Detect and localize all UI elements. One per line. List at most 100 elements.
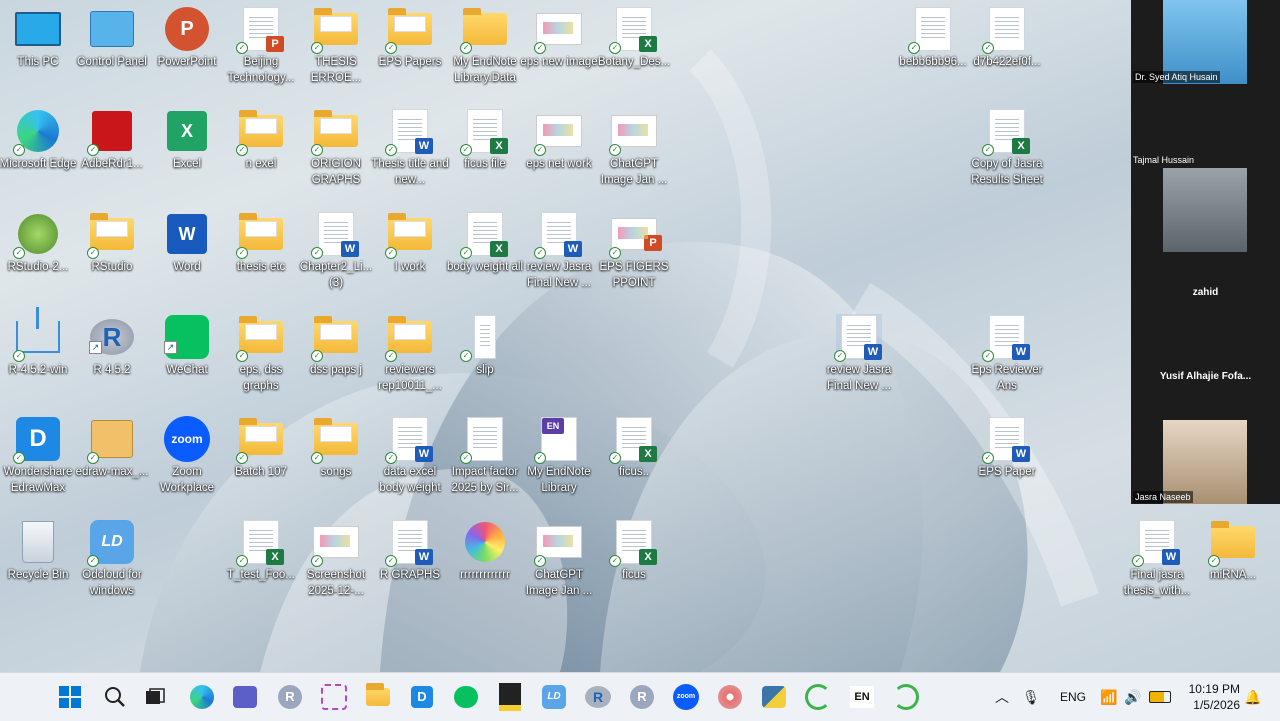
wifi-button[interactable]: 📶	[1098, 683, 1120, 711]
participant-tile[interactable]: zahid	[1131, 252, 1280, 336]
desktop-icon-d7b422ef0f[interactable]: ✓ d7b422ef0f...	[970, 6, 1044, 70]
task-view-button[interactable]	[141, 683, 169, 711]
battery-button[interactable]	[1147, 683, 1173, 711]
desktop-icon-copy-of-jasra[interactable]: X ✓ Copy of Jasra Results Sheet	[970, 108, 1044, 188]
taskbar-r-gui[interactable]: R	[628, 683, 656, 711]
taskbar-ddcloud[interactable]: LD	[540, 683, 568, 711]
desktop-icon-chatgpt-image[interactable]: ✓ ChatGPT Image Jan ...	[597, 108, 671, 188]
desktop-icon-word[interactable]: W Word	[150, 211, 224, 275]
microphone-button[interactable]: 🎙	[1020, 683, 1042, 711]
desktop-icon-impact-factor[interactable]: ✓ Impact factor 2025 by Sir...	[448, 416, 522, 496]
desktop-icon-recycle-bin[interactable]: Recycle Bin	[1, 519, 75, 583]
taskbar-r[interactable]: R	[276, 683, 304, 711]
taskbar-file-explorer[interactable]	[364, 683, 392, 711]
desktop-icon-dss-paps-j[interactable]: ✓ dss paps j	[299, 314, 373, 378]
desktop-icon-this-pc[interactable]: This PC	[1, 6, 75, 70]
participant-tile[interactable]	[1131, 168, 1280, 252]
taskbar-spinner-app[interactable]	[804, 683, 832, 711]
taskbar-edrawmax[interactable]: D	[408, 683, 436, 711]
desktop-icon-endnote-library-data[interactable]: ✓ My EndNote Library.Data	[448, 6, 522, 86]
desktop-icon-i-work[interactable]: ✓ I work	[373, 211, 447, 275]
desktop-icon-control-panel[interactable]: Control Panel	[75, 6, 149, 70]
desktop-icon-final-jasra-thesis[interactable]: W ✓ Final jasra thesis_with...	[1120, 519, 1194, 599]
desktop-icon-edraw-max-installer[interactable]: ✓ edraw-max_...	[75, 416, 149, 480]
desktop-icon-review-jasra-1[interactable]: W ✓ review Jasra Final New ...	[522, 211, 596, 291]
ppt-file-icon: P	[611, 218, 662, 251]
icon-label: I work	[394, 261, 426, 273]
taskbar-edge[interactable]	[188, 683, 216, 711]
desktop-icon-powerpoint[interactable]: P PowerPoint	[150, 6, 224, 70]
taskbar-spinner-app-2[interactable]	[892, 683, 920, 711]
desktop-icon-r-installer[interactable]: ✓ R-4.5.2-win	[1, 307, 75, 378]
folder-icon	[239, 213, 283, 250]
taskbar-teams[interactable]	[231, 683, 259, 711]
desktop-icon-eps-paper[interactable]: W ✓ EPS Paper	[970, 416, 1044, 480]
desktop-icon-eps-papers[interactable]: ✓ EPS Papers	[373, 6, 447, 70]
desktop-icon-rstudio-folder[interactable]: ✓ RStudio	[75, 211, 149, 275]
wifi-icon: 📶	[1100, 688, 1118, 705]
taskbar-python[interactable]	[760, 683, 788, 711]
icon-label: Botany_Des...	[597, 56, 671, 68]
desktop-icon-zoom-workplace[interactable]: zoom Zoom Workplace	[150, 416, 224, 496]
desktop-icon-eps-new-image[interactable]: ✓ eps new image	[520, 6, 598, 70]
desktop-icon-ficus[interactable]: X ✓ ficus	[597, 519, 671, 583]
desktop-icon-my-endnote-library[interactable]: EN ✓ My EndNote Library	[522, 416, 596, 496]
desktop-icon-body-weight-all[interactable]: X ✓ body weight all	[447, 211, 523, 275]
taskbar-snipping-tool[interactable]	[320, 683, 348, 711]
taskbar-paint[interactable]	[716, 683, 744, 711]
desktop-icon-botany-des[interactable]: X ✓ Botany_Des...	[597, 6, 671, 70]
desktop-icon-reviewers-rep[interactable]: ✓ reviewers rep10011_...	[373, 314, 447, 394]
desktop-icon-chatgpt-image-2[interactable]: ✓ ChatGPT Image Jan ...	[522, 519, 596, 599]
desktop-icon-rrrr[interactable]: rrrrrrrrrrrrr	[448, 519, 522, 583]
participant-tile[interactable]: Yusif Alhajie Fofa...	[1131, 336, 1280, 420]
desktop-icon-bebb6bb96[interactable]: ✓ bebb6bb96...	[896, 6, 970, 70]
taskbar-endnote[interactable]: EN	[848, 683, 876, 711]
search-button[interactable]	[101, 683, 129, 711]
clock[interactable]: 10:19 PM 1/5/2026	[1189, 681, 1240, 713]
desktop-icon-beijing-technology[interactable]: P ✓ Beijing Technology...	[224, 6, 298, 86]
desktop-icon-songs[interactable]: ✓ songs	[299, 416, 373, 480]
desktop-icon-t-test[interactable]: X ✓ T_test_Foo...	[224, 519, 298, 583]
desktop-icon-ficus-dots[interactable]: X ✓ ficus..	[597, 416, 671, 480]
taskbar-zoom[interactable]: zoom	[672, 683, 700, 711]
desktop-icon-batch-107[interactable]: ✓ Batch 107	[224, 416, 298, 480]
desktop-icon-rstudio-installer[interactable]: ✓ RStudio-2...	[1, 211, 75, 275]
desktop-icon-excel[interactable]: X Excel	[150, 108, 224, 172]
desktop-icon-slip[interactable]: ✓ slip	[448, 314, 522, 378]
desktop-icon-wechat[interactable]: ↗ WeChat	[150, 314, 224, 378]
participant-tile[interactable]: Dr. Syed Atiq Husain	[1131, 0, 1280, 84]
show-hidden-icons-button[interactable]: ︿	[990, 683, 1014, 711]
notifications-button[interactable]: 🔔	[1242, 683, 1264, 711]
volume-button[interactable]: 🔊	[1122, 683, 1144, 711]
desktop-icon-eps-dss-graphs[interactable]: ✓ eps, dss graphs	[224, 314, 298, 394]
taskbar-wechat[interactable]	[452, 683, 480, 711]
desktop-icon-review-jasra-2[interactable]: W ✓ review Jasra Final New ...	[822, 314, 896, 394]
desktop-icon-eps-net-work[interactable]: ✓ eps net work	[522, 108, 596, 172]
participant-tile[interactable]: Jasra Naseeb	[1131, 420, 1280, 504]
desktop: This PC Control Panel P PowerPoint P ✓ Be…	[0, 0, 1280, 672]
participant-tile[interactable]: Tajmal Hussain	[1131, 84, 1280, 168]
desktop-icon-edrawmax[interactable]: D ✓ Wondershare EdrawMax	[1, 416, 75, 496]
desktop-icon-mirna[interactable]: ✓ miRNA...	[1196, 519, 1270, 583]
taskbar-sticky-notes[interactable]	[496, 683, 524, 711]
desktop-icon-eps-reviewer-ans[interactable]: W ✓ Eps Reviewer Ans	[970, 314, 1044, 394]
desktop-icon-eps-figers-ppoint[interactable]: P ✓ EPS FIGERS PPOINT	[597, 211, 671, 291]
desktop-icon-microsoft-edge[interactable]: ✓ Microsoft Edge	[0, 108, 76, 172]
desktop-icon-thesis-etc[interactable]: ✓ thesis etc	[224, 211, 298, 275]
pdf-edge-file-icon	[467, 417, 503, 461]
desktop-icon-chapter2[interactable]: W ✓ Chapter2_Li... (3)	[299, 211, 373, 291]
desktop-icon-r-graphs[interactable]: W ✓ R GRAPHS	[373, 519, 447, 583]
start-button[interactable]	[56, 683, 84, 711]
desktop-icon-thesis-erroe[interactable]: ✓ THESIS ERROE...	[299, 6, 373, 86]
desktop-icon-ficus-file[interactable]: X ✓ ficus file	[448, 108, 522, 172]
desktop-icon-screenshot[interactable]: ✓ Screenshot 2025-12-...	[299, 519, 373, 599]
desktop-icon-origion-graphs[interactable]: ✓ ORIGION GRAPHS	[299, 108, 373, 188]
desktop-icon-adberdr[interactable]: ✓ AdbeRdr1...	[75, 108, 149, 172]
desktop-icon-thesis-title[interactable]: W ✓ Thesis title and new...	[371, 108, 449, 188]
language-indicator[interactable]: ENG	[1060, 673, 1086, 721]
desktop-icon-data-excel[interactable]: W ✓ data excel body weight	[373, 416, 447, 496]
desktop-icon-r-452[interactable]: R ↗ R 4.5.2	[75, 314, 149, 378]
desktop-icon-n-exel[interactable]: ✓ n exel	[224, 108, 298, 172]
taskbar-rstudio[interactable]: R	[584, 683, 612, 711]
desktop-icon-ddcloud[interactable]: LD ✓ Odcloud for windows	[75, 519, 149, 599]
